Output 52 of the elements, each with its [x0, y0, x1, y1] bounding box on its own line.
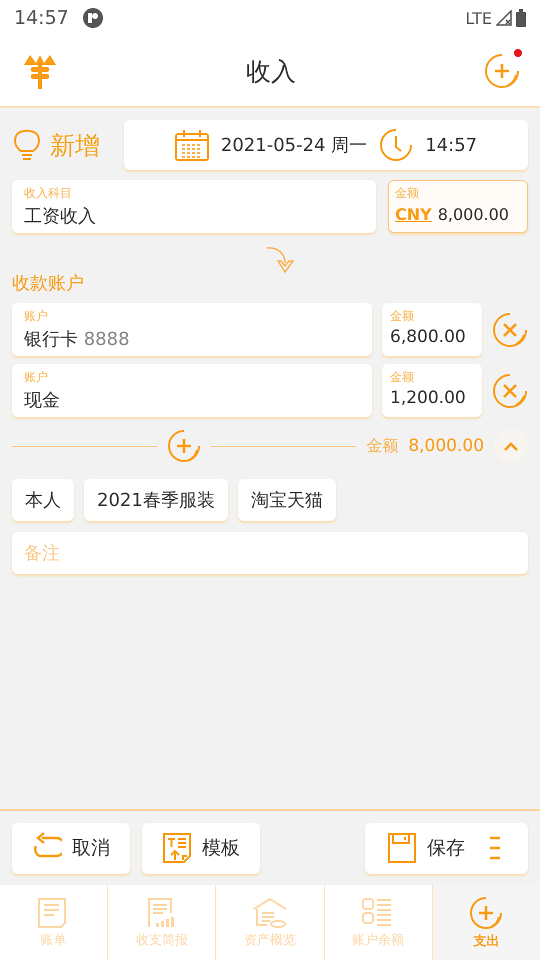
yen-logo-icon[interactable] — [22, 53, 58, 89]
add-icon[interactable] — [484, 53, 520, 89]
calendar-icon — [174, 129, 209, 161]
remove-icon[interactable] — [492, 312, 528, 348]
amount-field[interactable]: 金额 1,200.00 — [382, 364, 482, 417]
total-amount: 8,000.00 — [408, 436, 484, 456]
tag[interactable]: 2021春季服装 — [84, 479, 228, 521]
template-icon — [162, 832, 192, 864]
lightbulb-icon — [12, 127, 42, 163]
account-name: 现金 — [24, 389, 61, 412]
category-field[interactable]: 收入科目 工资收入 — [12, 180, 376, 233]
app-notification-icon — [82, 8, 103, 28]
template-button[interactable]: 模板 — [142, 822, 260, 874]
field-label: 账户 — [24, 369, 49, 386]
account-amount: 6,800.00 — [390, 327, 467, 347]
field-label: 金额 — [390, 369, 415, 386]
amount-field[interactable]: 金额 6,800.00 — [382, 303, 482, 356]
cancel-button[interactable]: 取消 — [12, 822, 130, 874]
menu-icon[interactable] — [489, 836, 501, 860]
tag[interactable]: 本人 — [12, 479, 74, 521]
account-field[interactable]: 账户 银行卡 8888 — [12, 303, 372, 356]
network-type: LTE — [465, 8, 492, 28]
field-label: 金额 — [395, 185, 420, 202]
collapse-button[interactable] — [494, 429, 528, 463]
clock-icon — [379, 128, 414, 162]
add-icon — [469, 896, 504, 930]
entry-mode: 新增 — [50, 130, 100, 162]
account-name: 银行卡 8888 — [24, 328, 131, 351]
add-account-icon[interactable] — [167, 429, 202, 463]
signal-icon — [496, 10, 512, 26]
field-label: 金额 — [390, 308, 415, 325]
battery-icon — [516, 9, 526, 27]
amount-field[interactable]: 金额 CNY 8,000.00 — [388, 180, 528, 233]
date-time-card[interactable]: 2021-05-24 周一 14:57 — [124, 120, 528, 170]
field-label: 账户 — [24, 308, 49, 325]
category-value: 工资收入 — [24, 205, 97, 228]
remove-icon[interactable] — [492, 372, 528, 408]
account-field[interactable]: 账户 现金 — [12, 364, 372, 417]
total-label: 金额 — [366, 436, 398, 456]
chevron-icon — [503, 441, 520, 451]
entry-date: 2021-05-24 周一 — [220, 134, 368, 157]
section-title: 收款账户 — [12, 272, 85, 295]
house-coins-icon — [253, 896, 287, 928]
entry-time: 14:57 — [425, 134, 478, 156]
note-field[interactable]: 备注 — [12, 532, 528, 574]
save-button[interactable]: 保存 — [365, 822, 528, 874]
status-time: 14:57 — [14, 7, 69, 29]
page-title: 收入 — [246, 56, 296, 88]
account-amount: 1,200.00 — [390, 388, 467, 408]
tag[interactable]: 淘宝天猫 — [238, 479, 336, 521]
field-label: 收入科目 — [24, 185, 73, 202]
amount-value: 8,000.00 — [438, 205, 509, 224]
